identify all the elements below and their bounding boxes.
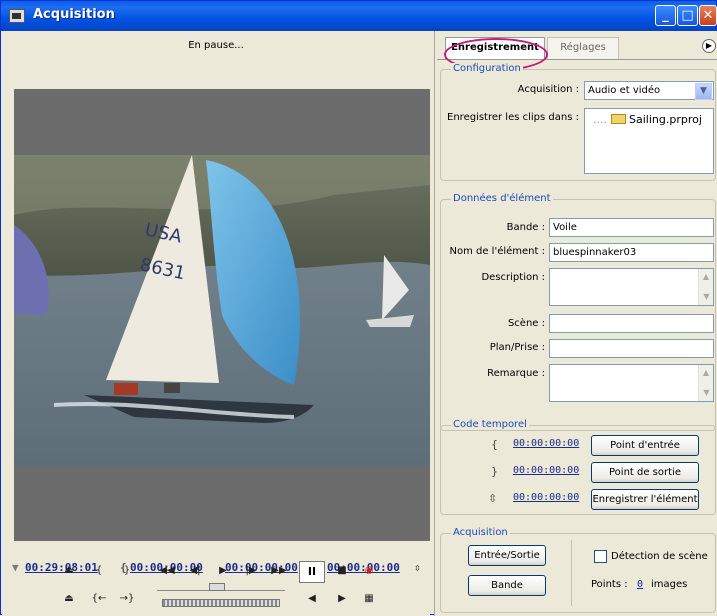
set-out-button[interactable]: Point de sortie <box>591 462 699 483</box>
record-button[interactable]: ◉ <box>359 561 379 581</box>
capture-monitor: En pause... USA 8631 ▼ 00:29:08:01 {00:… <box>2 31 430 615</box>
in-out-button[interactable]: Entrée/Sortie <box>468 545 546 566</box>
video-frame: USA 8631 <box>14 155 430 465</box>
in-timecode[interactable]: 00:00:00:00 <box>513 438 579 449</box>
maximize-button[interactable]: □ <box>677 5 698 26</box>
clip-data-group: Données d'élément Bande : Voile Nom de l… <box>440 193 716 431</box>
window-title: Acquisition <box>33 7 115 22</box>
shot-label: Plan/Prise : <box>489 342 545 353</box>
scene-search-icon[interactable]: ▦ <box>359 589 379 609</box>
capture-group: Acquisition Entrée/Sortie Bande Détectio… <box>440 527 716 613</box>
out-timecode[interactable]: 00:00:00:00 <box>513 465 579 476</box>
project-tree[interactable]: .... Sailing.prproj <box>584 108 714 174</box>
jog-wheel[interactable] <box>162 599 280 607</box>
shuttle-handle[interactable] <box>209 583 225 591</box>
timecode-group: Code temporel { 00:00:00:00 Point d'entr… <box>440 419 716 515</box>
stop-button[interactable]: ■ <box>332 561 352 581</box>
tape-label: Bande : <box>506 222 545 233</box>
duration-icon: ⇳ <box>488 492 498 505</box>
slow-reverse-button[interactable]: ◀ <box>302 589 322 609</box>
shuttle-slider[interactable] <box>157 583 285 591</box>
eject-icon[interactable]: ⏏ <box>59 589 79 609</box>
panel-menu-icon[interactable]: ▶ <box>702 39 716 53</box>
current-time-icon: ▼ <box>12 561 19 574</box>
minimize-button[interactable]: _ <box>655 5 676 26</box>
tape-button[interactable]: Bande <box>468 575 546 596</box>
handles-label: Points : <box>591 579 628 590</box>
scene-detect-label: Détection de scène <box>611 551 708 562</box>
acquisition-value: Audio et vidéo <box>588 85 661 96</box>
app-icon <box>9 9 25 23</box>
acquisition-select[interactable]: Audio et vidéo ▼ <box>584 81 714 100</box>
in-point-icon: { <box>491 438 498 451</box>
set-in-button[interactable]: Point d'entrée <box>591 435 699 456</box>
title-bar[interactable]: Acquisition _ □ ✕ <box>1 1 717 31</box>
rewind-button[interactable]: ◀◀ <box>157 561 177 581</box>
duration-icon: ⇳ <box>414 561 421 574</box>
chevron-down-icon[interactable]: ▼ <box>695 83 712 100</box>
tab-settings[interactable]: Réglages <box>547 37 619 59</box>
comment-scrollbar[interactable]: ▲ ▼ <box>698 365 713 401</box>
capture-label: Acquisition <box>451 527 510 538</box>
save-clips-label: Enregistrer les clips dans : <box>447 112 579 123</box>
status-text: En pause... <box>2 31 430 89</box>
comment-label: Remarque : <box>487 368 545 379</box>
mark-out-button[interactable]: } <box>117 561 137 581</box>
log-clip-button[interactable]: Enregistrer l'élément <box>591 489 699 510</box>
out-point-icon: } <box>491 465 498 478</box>
clip-name-label: Nom de l'élément : <box>449 246 545 257</box>
play-button[interactable]: ▶ <box>213 561 233 581</box>
description-label: Description : <box>481 272 545 283</box>
capture-settings-panel: Enregistrement Réglages ▶ Configuration … <box>434 31 717 616</box>
capture-divider <box>571 540 572 606</box>
tape-field[interactable]: Voile <box>549 218 714 237</box>
goto-out-button[interactable]: →} <box>117 589 137 609</box>
shot-field[interactable] <box>549 339 714 358</box>
fast-forward-button[interactable]: ▶▶ <box>269 561 289 581</box>
folder-icon <box>610 114 626 124</box>
description-field[interactable]: ▲ ▼ <box>549 268 714 306</box>
step-forward-button[interactable]: |▶ <box>241 561 261 581</box>
goto-in-button[interactable]: {← <box>89 589 109 609</box>
configuration-label: Configuration <box>451 63 523 74</box>
timecode-label: Code temporel <box>451 419 529 430</box>
project-file-name: Sailing.prproj <box>629 113 702 126</box>
configuration-group: Configuration Acquisition : Audio et vid… <box>440 63 716 181</box>
scene-label: Scène : <box>507 318 545 329</box>
close-button[interactable]: ✕ <box>699 5 717 26</box>
slow-play-button[interactable]: ▶ <box>332 589 352 609</box>
scene-detect-checkbox[interactable] <box>594 550 607 563</box>
clip-name-field[interactable]: bluespinnaker03 <box>549 243 714 262</box>
acquisition-window: Acquisition _ □ ✕ En pause... USA 8631 ▼… <box>0 0 717 616</box>
duration-timecode-field[interactable]: 00:00:00:00 <box>513 492 579 503</box>
mark-in-button[interactable]: { <box>89 561 109 581</box>
project-tree-item[interactable]: .... Sailing.prproj <box>593 113 702 126</box>
description-scrollbar[interactable]: ▲ ▼ <box>698 269 713 305</box>
pause-button[interactable]: II <box>299 561 325 583</box>
scene-field[interactable] <box>549 314 714 333</box>
acquisition-label: Acquisition : <box>517 84 579 95</box>
handles-unit: images <box>651 579 688 590</box>
sailboat-image: USA 8631 <box>14 155 430 465</box>
step-back-button[interactable]: ◀| <box>185 561 205 581</box>
video-preview: USA 8631 <box>14 89 430 541</box>
handles-value[interactable]: 0 <box>637 579 643 590</box>
set-in-tape-icon[interactable]: ⏏ <box>59 561 79 581</box>
clip-data-label: Données d'élément <box>451 193 553 204</box>
comment-field[interactable]: ▲ ▼ <box>549 364 714 402</box>
